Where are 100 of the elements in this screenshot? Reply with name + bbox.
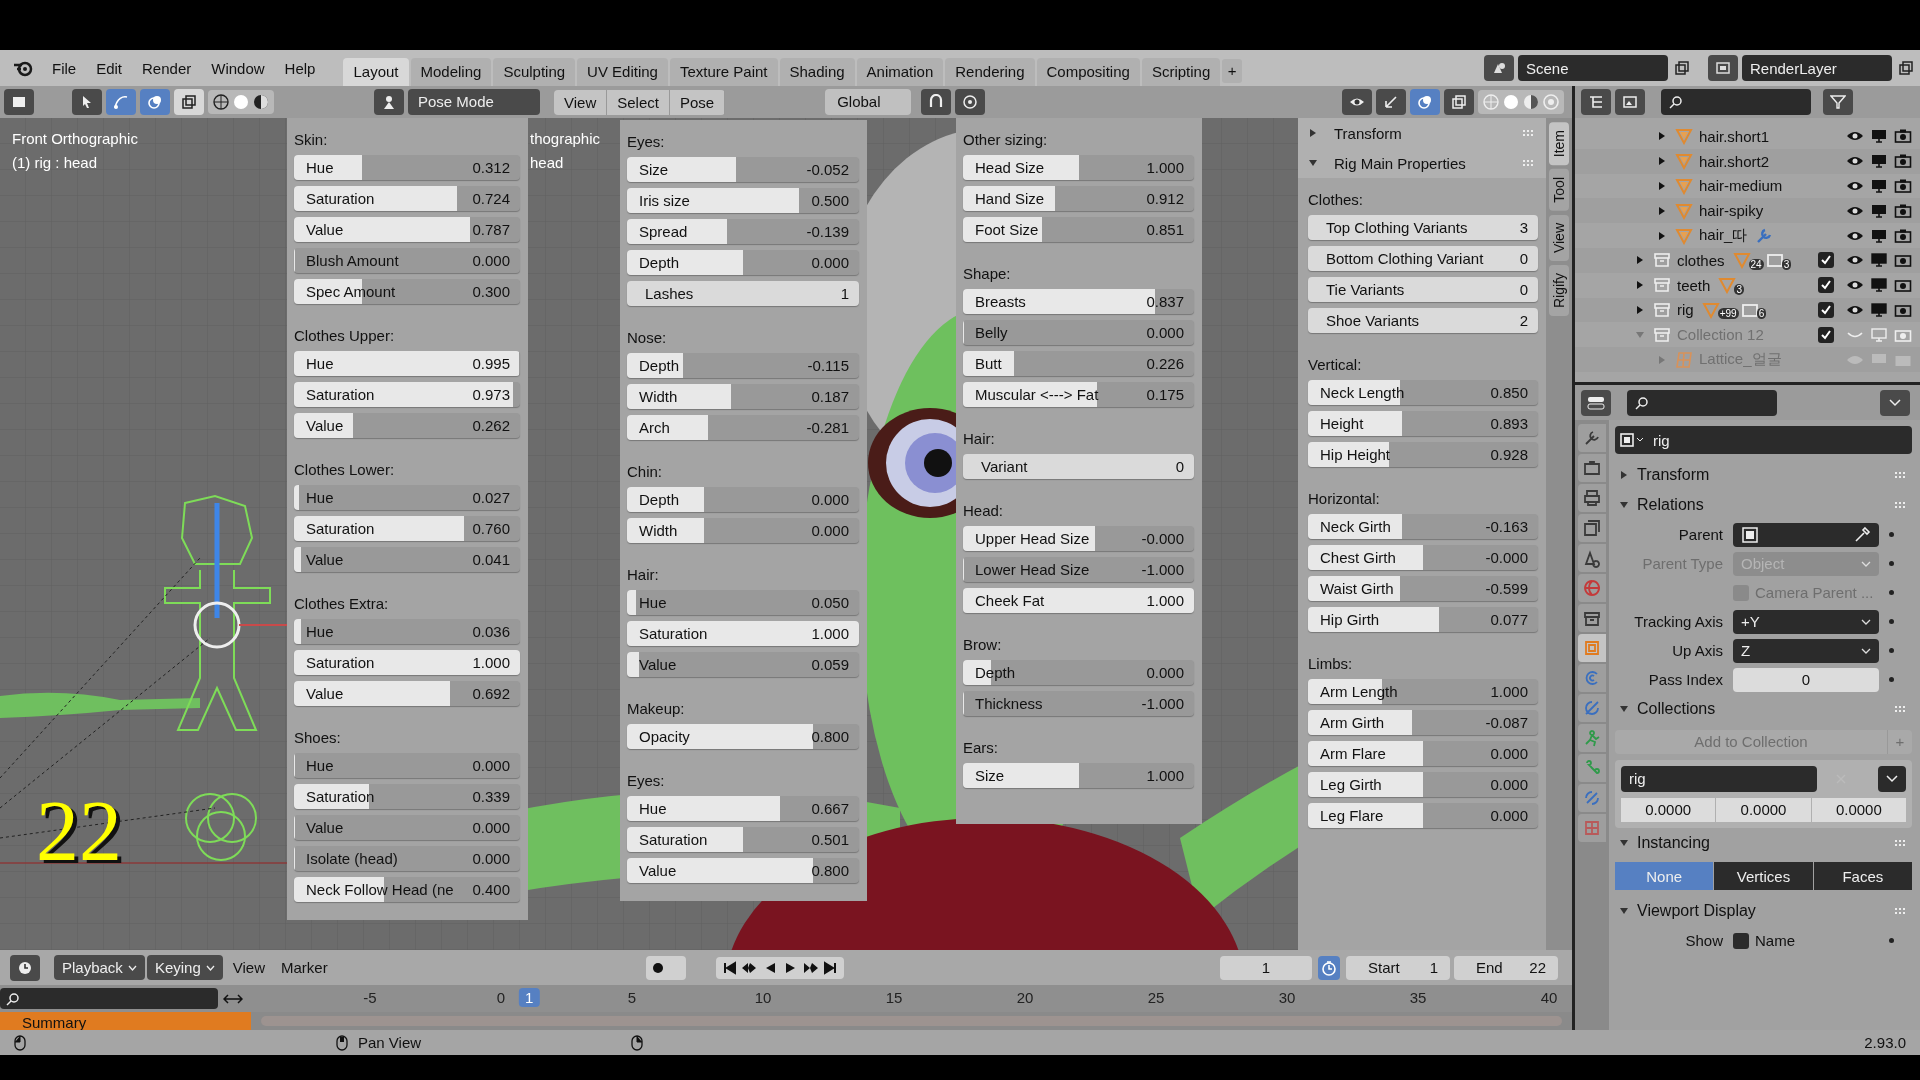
value-slider[interactable]: Spread -0.139 [627, 219, 859, 244]
monitor-icon[interactable] [1870, 301, 1888, 318]
value-slider[interactable]: Upper Head Size -0.000 [963, 526, 1194, 551]
timeline-menu[interactable]: Marker [273, 955, 336, 980]
workspace-tab[interactable]: Animation [856, 58, 944, 86]
number-field[interactable]: 0 [1733, 667, 1879, 692]
monitor-icon[interactable] [1870, 202, 1888, 219]
checkbox[interactable] [1818, 301, 1834, 318]
disclosure-icon[interactable] [1657, 205, 1667, 216]
value-slider[interactable]: Blush Amount 0.000 [294, 248, 520, 273]
editor-type-button[interactable] [1581, 389, 1611, 416]
value-slider[interactable]: Hue 0.027 [294, 485, 520, 510]
collection-row[interactable]: teeth 3 [1575, 272, 1920, 298]
gizmo-button[interactable] [1376, 89, 1406, 115]
options-dropdown[interactable] [1880, 389, 1910, 416]
decorator-dot[interactable] [1889, 938, 1894, 943]
disclosure-icon[interactable] [1635, 255, 1645, 266]
monitor-icon[interactable] [1870, 252, 1888, 269]
timeline-menu[interactable]: Keying [146, 955, 223, 980]
value-slider[interactable]: Saturation 0.339 [294, 784, 520, 809]
value-slider[interactable]: Depth 0.000 [627, 250, 859, 275]
value-slider[interactable]: Height 0.893 [1308, 411, 1538, 436]
disclosure-icon[interactable] [1619, 470, 1629, 480]
panel-header[interactable]: Instancing [1615, 828, 1912, 858]
value-slider[interactable]: Saturation 1.000 [294, 650, 520, 675]
checkbox[interactable] [1818, 277, 1834, 294]
logo-icon[interactable] [12, 59, 34, 77]
view-layer-button[interactable] [1708, 55, 1738, 81]
properties-tab[interactable] [1578, 454, 1606, 482]
header-menu[interactable]: Select [607, 89, 670, 115]
decorator-dot[interactable] [1889, 590, 1894, 595]
value-slider[interactable]: Foot Size 0.851 [963, 217, 1194, 242]
xray-button[interactable] [1444, 89, 1474, 115]
disclosure-icon[interactable] [1619, 906, 1629, 916]
preview-range-button[interactable] [1318, 955, 1340, 980]
proportional-edit-button[interactable] [954, 89, 985, 115]
header-menu[interactable]: Pose [669, 89, 726, 115]
value-slider[interactable]: Hue 0.995 [294, 351, 520, 376]
value-slider[interactable]: Isolate (head) 0.000 [294, 846, 520, 871]
properties-tab[interactable] [1578, 514, 1606, 542]
dropdown[interactable]: +Y [1733, 609, 1879, 634]
drag-handle-icon[interactable] [1894, 839, 1908, 847]
orientation-dropdown[interactable]: Global [825, 89, 911, 115]
overlay-button[interactable] [1410, 89, 1440, 115]
workspace-tab[interactable]: Modeling [410, 58, 492, 86]
monitor-icon[interactable] [1870, 128, 1888, 145]
value-slider[interactable]: Muscular <---> Fat 0.175 [963, 382, 1194, 407]
value-slider[interactable]: Hue 0.050 [627, 590, 859, 615]
number-field[interactable]: Lashes 1 [627, 281, 859, 306]
object-name-field[interactable]: rig [1615, 426, 1912, 454]
monitor-icon[interactable] [1870, 277, 1888, 294]
offset-field[interactable]: 0.0000 [1716, 798, 1811, 822]
workspace-tab[interactable]: Compositing [1036, 58, 1140, 86]
value-slider[interactable]: Depth 0.000 [627, 487, 859, 512]
offset-field[interactable]: 0.0000 [1811, 798, 1906, 822]
timeline-menu[interactable]: View [224, 955, 273, 980]
copy-icon[interactable] [1674, 60, 1690, 76]
value-slider[interactable]: Neck Length 0.850 [1308, 380, 1538, 405]
value-slider[interactable]: Depth -0.115 [627, 353, 859, 378]
workspace-tab[interactable]: Layout [343, 58, 409, 86]
value-slider[interactable]: Lower Head Size -1.000 [963, 557, 1194, 582]
monitor-icon[interactable] [1870, 153, 1888, 170]
value-slider[interactable]: Thickness -1.000 [963, 691, 1194, 716]
drag-handle-icon[interactable] [1894, 501, 1908, 509]
drag-handle-icon[interactable] [1894, 471, 1908, 479]
parent-field[interactable] [1733, 522, 1879, 547]
value-slider[interactable]: Waist Girth -0.599 [1308, 576, 1538, 601]
editor-type-button[interactable] [10, 954, 40, 981]
workspace-tab[interactable]: Scripting [1141, 58, 1221, 86]
workspace-tab[interactable]: Texture Paint [669, 58, 778, 86]
value-slider[interactable]: Size -0.052 [627, 157, 859, 182]
disclosure-icon[interactable] [1308, 128, 1318, 138]
camera-icon[interactable] [1894, 252, 1912, 269]
panel-header[interactable]: Relations [1615, 490, 1912, 520]
number-field[interactable]: Tie Variants 0 [1308, 277, 1538, 302]
playhead[interactable]: 1 [519, 988, 540, 1007]
xray-toggle-button[interactable] [174, 89, 204, 115]
value-slider[interactable]: Arm Girth -0.087 [1308, 710, 1538, 735]
search-field[interactable] [0, 988, 218, 1009]
search-field[interactable] [1661, 89, 1811, 115]
decorator-dot[interactable] [1889, 532, 1894, 537]
curve-tool-button[interactable] [106, 89, 136, 115]
value-slider[interactable]: Value 0.692 [294, 681, 520, 706]
panel-header[interactable]: Viewport Display [1615, 896, 1912, 926]
value-slider[interactable]: Cheek Fat 1.000 [963, 588, 1194, 613]
camera-icon[interactable] [1894, 128, 1912, 145]
camera-icon[interactable] [1894, 178, 1912, 194]
properties-tab[interactable] [1578, 604, 1606, 632]
disclosure-icon[interactable] [1619, 704, 1629, 714]
search-field[interactable] [1627, 389, 1777, 416]
editor-type-button[interactable] [4, 89, 34, 115]
monitor-icon[interactable] [1870, 227, 1888, 244]
value-slider[interactable]: Value 0.787 [294, 217, 520, 242]
object-row[interactable]: hair.short1 [1575, 124, 1920, 149]
value-slider[interactable]: Saturation 0.724 [294, 186, 520, 211]
copy-icon[interactable] [1898, 60, 1914, 76]
scene-type-button[interactable] [1484, 55, 1514, 81]
value-slider[interactable]: Value 0.059 [627, 652, 859, 677]
number-field[interactable]: Variant 0 [963, 454, 1194, 479]
drag-handle-icon[interactable] [1522, 129, 1536, 137]
